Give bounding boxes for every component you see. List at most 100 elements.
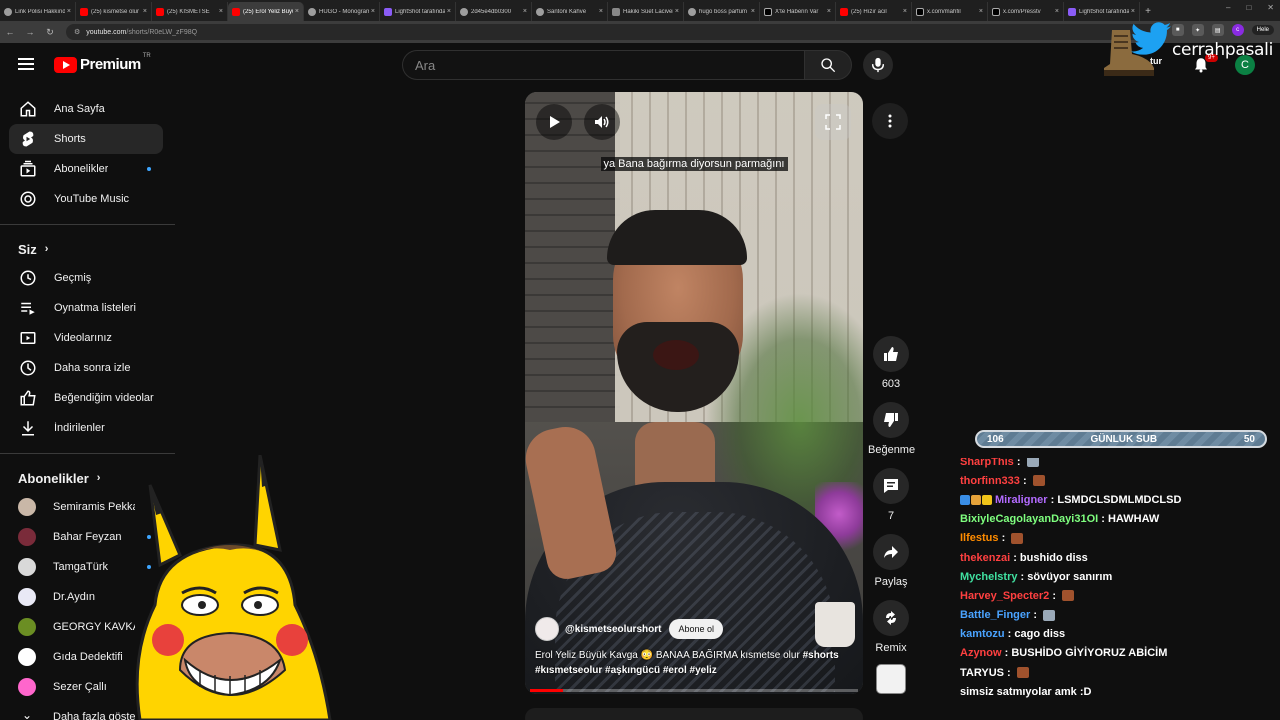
close-window-icon[interactable]: ✕ [1267,3,1274,12]
close-tab-icon[interactable]: × [979,8,983,15]
share-action[interactable]: Paylaş [868,534,914,588]
shorts-player[interactable]: ya Bana bağırma diyorsun parmağını @kism… [525,92,863,694]
sidebar-item-your-videos[interactable]: Videolarınız [9,323,163,353]
close-tab-icon[interactable]: × [675,8,679,15]
channel-handle[interactable]: @kismetseolurshort [565,624,661,635]
close-tab-icon[interactable]: × [1131,8,1135,15]
browser-tab[interactable]: (25) KISMETSE × [152,2,228,21]
volume-button[interactable] [584,104,620,140]
close-tab-icon[interactable]: × [295,8,299,15]
minimize-icon[interactable]: – [1226,3,1230,12]
chat-message: thekenzai : bushido diss [960,548,1278,567]
streamer-brand-overlay: cerrahpasali [1098,18,1273,84]
chat-separator: : [1098,513,1108,526]
comments-action[interactable]: 7 [868,468,914,522]
next-short-preview[interactable] [525,708,863,720]
hashtag-link[interactable]: #yeliz [690,665,717,676]
close-tab-icon[interactable]: × [447,8,451,15]
reload-icon[interactable]: ↻ [40,27,60,38]
search-button[interactable] [804,50,852,80]
site-info-icon[interactable]: ⚙ [74,28,80,36]
dislike-action[interactable]: Beğenme [868,402,915,456]
browser-tab[interactable]: (25) Hızır acil × [836,2,912,21]
channel-avatar[interactable] [535,617,559,641]
globe-favicon-icon [4,7,12,16]
sidebar-item-subscriptions[interactable]: Abonelikler [9,154,163,184]
like-button[interactable] [873,336,909,372]
browser-tab[interactable]: Link Polisi Hakkında × [0,2,76,21]
close-tab-icon[interactable]: × [751,8,755,15]
browser-tab[interactable]: (25) kısmetse olur × [76,2,152,21]
hashtag-link[interactable]: #erol [663,665,687,676]
browser-tab-title: X'te Haberin Var [775,8,819,15]
like-count: 603 [881,378,901,390]
playlist-icon [19,299,37,317]
address-bar[interactable]: ⚙ youtube.com/shorts/R0eLW_zF98Q [66,24,1166,40]
play-button[interactable] [536,104,572,140]
like-action[interactable]: 603 [868,336,914,390]
url-host: youtube.com [86,28,127,36]
remix-button[interactable] [873,600,909,636]
close-tab-icon[interactable]: × [523,8,527,15]
close-tab-icon[interactable]: × [143,8,147,15]
close-tab-icon[interactable]: × [903,8,907,15]
chat-text: bushido diss [1019,551,1088,564]
browser-tab[interactable]: (25) Erol Yeliz Büyük × [228,2,304,21]
sidebar-item-playlist[interactable]: Oynatma listeleri [9,293,163,323]
browser-tab[interactable]: hugo boss parfüm × [684,2,760,21]
you-section-heading[interactable]: Siz › [0,235,175,263]
close-tab-icon[interactable]: × [371,8,375,15]
dislike-button[interactable] [873,402,909,438]
browser-tab[interactable]: Hakiki Süet Lacivert × [608,2,684,21]
close-tab-icon[interactable]: × [599,8,603,15]
fullscreen-button[interactable] [815,104,851,140]
chat-emote-icon [1011,532,1024,544]
sound-thumbnail[interactable] [876,664,906,694]
browser-tab[interactable]: LightShot tarafından × [380,2,456,21]
close-tab-icon[interactable]: × [67,8,71,15]
sidebar-item-home[interactable]: Ana Sayfa [9,94,163,124]
microphone-icon [871,57,885,73]
twitter-handle: cerrahpasali [1172,40,1274,60]
close-tab-icon[interactable]: × [219,8,223,15]
maximize-icon[interactable]: □ [1246,3,1251,12]
comments-button[interactable] [873,468,909,504]
share-button[interactable] [873,534,909,570]
youtube-premium-logo[interactable]: Premium TR [54,53,151,73]
sidebar-item-liked[interactable]: Beğendiğim videolar [9,383,163,413]
progress-bar[interactable] [530,689,858,692]
close-tab-icon[interactable]: × [827,8,831,15]
sidebar-item-history[interactable]: Geçmiş [9,263,163,293]
browser-tab[interactable]: X'te Haberin Var × [760,2,836,21]
subscriptions-heading-label: Abonelikler [18,470,89,486]
hashtag-link[interactable]: #aşkıngücü [605,665,660,676]
browser-tab[interactable]: x.com/Presstv × [988,2,1064,21]
menu-icon[interactable] [18,58,34,70]
sidebar-item-watch-later[interactable]: Daha sonra izle [9,353,163,383]
goal-target: 50 [1243,433,1255,445]
browser-tab[interactable]: 2d45e4db0300 × [456,2,532,21]
search-input[interactable] [402,50,804,80]
voice-search-button[interactable] [863,50,893,80]
browser-tab[interactable]: HUGO - Monogram × [304,2,380,21]
back-icon[interactable]: ← [0,27,20,37]
sidebar-item-download[interactable]: İndirilenler [9,413,163,443]
chat-text: simsiz satmıyolar amk :D [960,685,1092,698]
sidebar-item-music[interactable]: YouTube Music [9,184,163,214]
remix-action[interactable]: Remix [868,600,914,654]
more-options-button[interactable] [872,103,908,139]
forward-icon[interactable]: → [20,27,40,37]
chat-separator: : [1001,647,1012,660]
stream-chat-overlay: SharpThis : thorfinn333 : Miraligner : L… [960,458,1278,708]
sidebar-item-shorts[interactable]: Shorts [9,124,163,154]
hashtag-link[interactable]: #kısmetseolur [535,665,602,676]
chat-message: Azynow : BUSHİDO GİYİYORUZ ABİCİM [960,644,1278,663]
new-content-dot [147,167,151,171]
watch-later-icon [19,359,37,377]
short-title[interactable]: Erol Yeliz Büyük Kavga 😳 BANAA BAĞIRMA k… [535,648,855,678]
subscribe-button[interactable]: Abone ol [669,619,723,639]
browser-tab[interactable]: Santoni Kahve × [532,2,608,21]
browser-tab[interactable]: x.com/mahfil × [912,2,988,21]
hashtag-link[interactable]: #shorts [803,650,839,661]
close-tab-icon[interactable]: × [1055,8,1059,15]
